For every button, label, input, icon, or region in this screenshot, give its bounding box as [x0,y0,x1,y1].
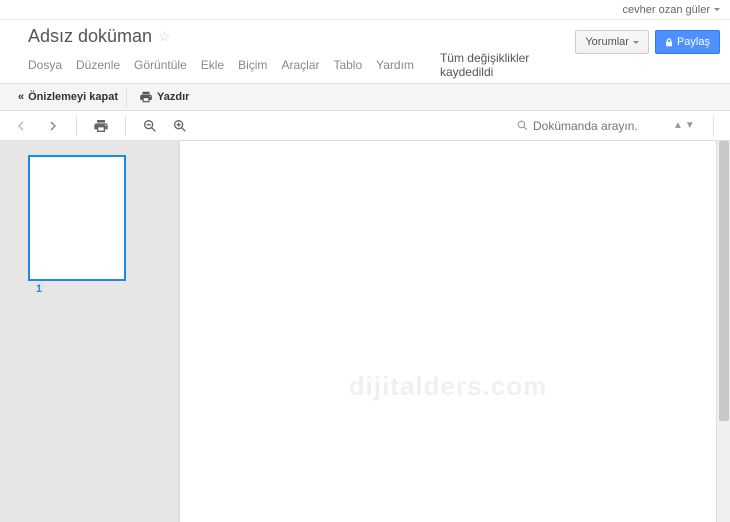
menu-bar: Dosya Düzenle Görüntüle Ekle Biçim Araçl… [28,51,575,79]
search-prev[interactable]: ▲ [673,120,683,131]
top-account-bar: cevher ozan güler [0,0,730,20]
zoom-out-button[interactable] [138,114,162,138]
document-canvas[interactable]: dijitalders.com [180,141,716,522]
print-tool-button[interactable] [89,114,113,138]
print-label: Yazdır [157,91,189,103]
zoom-out-icon [142,118,158,134]
prev-page-button[interactable] [10,114,34,138]
chevron-down-icon [633,41,639,44]
menu-format[interactable]: Biçim [238,58,267,72]
search-next[interactable]: ▼ [685,120,695,131]
star-icon[interactable]: ☆ [158,28,171,45]
vertical-scrollbar[interactable] [716,141,730,522]
lock-icon [665,38,673,47]
menu-help[interactable]: Yardım [376,58,414,72]
menu-edit[interactable]: Düzenle [76,58,120,72]
print-button[interactable]: Yazdır [131,87,197,107]
menu-insert[interactable]: Ekle [201,58,224,72]
main-area: 1 dijitalders.com [0,141,730,522]
search-input[interactable] [533,119,663,133]
watermark: dijitalders.com [349,371,548,402]
user-name: cevher ozan güler [623,4,710,16]
menu-tools[interactable]: Araçlar [281,58,319,72]
comments-button[interactable]: Yorumlar [575,30,649,54]
secondary-bar: « Önizlemeyi kapat Yazdır [0,83,730,111]
share-label: Paylaş [677,36,710,48]
user-menu[interactable]: cevher ozan güler [623,4,720,16]
chevron-right-icon [47,121,57,131]
chevron-left-icon: « [18,91,24,103]
search-icon [516,119,529,132]
print-icon [93,118,109,134]
document-title[interactable]: Adsız doküman [28,26,152,47]
menu-table[interactable]: Tablo [333,58,362,72]
chevron-down-icon [714,8,720,11]
close-preview-label: Önizlemeyi kapat [28,91,118,103]
page-thumbnail-1[interactable] [28,155,126,281]
scroll-thumb[interactable] [719,141,729,421]
zoom-in-icon [172,118,188,134]
toolbar: ▲ ▼ [0,111,730,141]
thumbnail-sidebar: 1 [0,141,180,522]
search-box[interactable]: ▲ ▼ [511,116,701,136]
next-page-button[interactable] [40,114,64,138]
menu-view[interactable]: Görüntüle [134,58,187,72]
header: Adsız doküman ☆ Dosya Düzenle Görüntüle … [0,20,730,83]
chevron-left-icon [17,121,27,131]
menu-file[interactable]: Dosya [28,58,62,72]
zoom-in-button[interactable] [168,114,192,138]
comments-label: Yorumlar [585,36,629,48]
save-status: Tüm değişiklikler kaydedildi [440,51,575,79]
page-number-1: 1 [36,283,180,295]
share-button[interactable]: Paylaş [655,30,720,54]
close-preview-button[interactable]: « Önizlemeyi kapat [10,88,127,106]
print-icon [139,90,153,104]
